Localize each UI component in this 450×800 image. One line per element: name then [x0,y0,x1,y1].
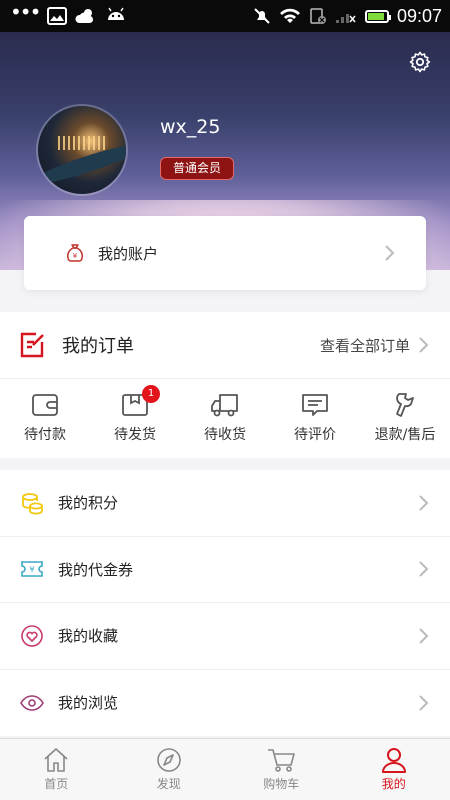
money-bag-icon: ¥ [67,244,83,262]
signal-icon [335,14,356,23]
android-icon [108,7,125,20]
menu-item-label: 我的收藏 [58,627,119,646]
member-level-badge: 普通会员 [160,157,235,180]
chevron-right-icon [419,695,429,711]
bottom-tab-bar: 首页 发现 购物车 我的 [0,738,450,800]
tab-label: 购物车 [263,777,300,791]
order-refund-aftersale[interactable]: 退款/售后 [360,379,450,457]
username: wx_25 [160,116,221,138]
coins-icon [20,491,44,515]
more-notifications-icon: ••• [10,0,41,24]
my-orders-title: 我的订单 [62,336,134,357]
chevron-right-icon [419,628,429,644]
chevron-right-icon [419,337,429,353]
chevron-right-icon [419,561,429,577]
tab-home[interactable]: 首页 [0,739,113,800]
order-pending-receipt[interactable]: 待收货 [180,379,270,457]
orders-header[interactable]: 我的订单 查看全部订单 [0,312,450,379]
weather-icon [75,9,94,23]
order-status-row: 待付款 1 待发货 待收货 待评价 退款/售后 [0,379,450,457]
svg-text:¥: ¥ [29,565,34,574]
comment-icon [302,394,328,416]
mute-icon [254,8,270,24]
tab-label: 首页 [44,777,69,791]
menu-item-history[interactable]: 我的浏览 [0,670,450,737]
my-account-label: 我的账户 [98,244,159,263]
order-pending-shipment[interactable]: 1 待发货 [90,379,180,457]
user-icon [381,748,406,773]
order-status-label: 待收货 [204,427,246,443]
heart-icon [20,624,44,648]
order-pending-payment[interactable]: 待付款 [0,379,90,457]
battery-icon [364,9,391,23]
order-status-label: 退款/售后 [374,427,436,443]
wallet-icon [32,394,58,416]
orders-section: 我的订单 查看全部订单 待付款 1 待发货 待收货 待评价 退款/售后 [0,312,450,458]
clock: 09:07 [396,5,442,26]
menu-item-favorites[interactable]: 我的收藏 [0,603,450,670]
tab-label: 发现 [156,777,181,791]
compass-icon [156,748,181,772]
view-all-orders-link[interactable]: 查看全部订单 [320,335,410,356]
my-account-card[interactable]: ¥ 我的账户 [24,216,426,290]
settings-gear-icon[interactable] [408,50,432,74]
avatar[interactable] [38,106,126,194]
voucher-icon: ¥ [20,557,44,581]
svg-text:¥: ¥ [73,252,78,260]
menu-item-label: 我的浏览 [58,694,119,713]
menu-item-label: 我的代金券 [58,560,134,579]
truck-icon [211,394,238,417]
order-count-badge: 1 [142,385,160,403]
status-bar-right: 09:07 [253,6,442,27]
profile-menu-list: 我的积分 ¥ 我的代金券 我的收藏 我的浏览 [0,470,450,736]
order-pending-review[interactable]: 待评价 [270,379,360,457]
avatar-city-lights [58,136,108,150]
menu-item-vouchers[interactable]: ¥ 我的代金券 [0,537,450,603]
home-icon [44,748,68,772]
cart-icon [268,749,296,772]
sim-icon [310,8,326,24]
status-bar: ••• 09:07 [0,0,450,32]
tab-profile[interactable]: 我的 [338,739,450,800]
tab-label: 我的 [381,777,406,791]
chevron-right-icon [419,495,429,511]
order-edit-icon [20,332,44,358]
tab-cart[interactable]: 购物车 [225,739,338,800]
status-bar-left: ••• [10,2,127,25]
menu-item-points[interactable]: 我的积分 [0,470,450,537]
tab-discover[interactable]: 发现 [113,739,226,800]
wifi-icon [279,8,300,23]
order-status-label: 待发货 [114,427,156,443]
wrench-icon [396,393,414,417]
eye-icon [20,691,44,715]
image-icon [47,7,68,25]
order-status-label: 待评价 [294,427,336,443]
menu-item-label: 我的积分 [58,494,119,513]
chevron-right-icon [385,245,395,261]
order-status-label: 待付款 [24,427,66,443]
